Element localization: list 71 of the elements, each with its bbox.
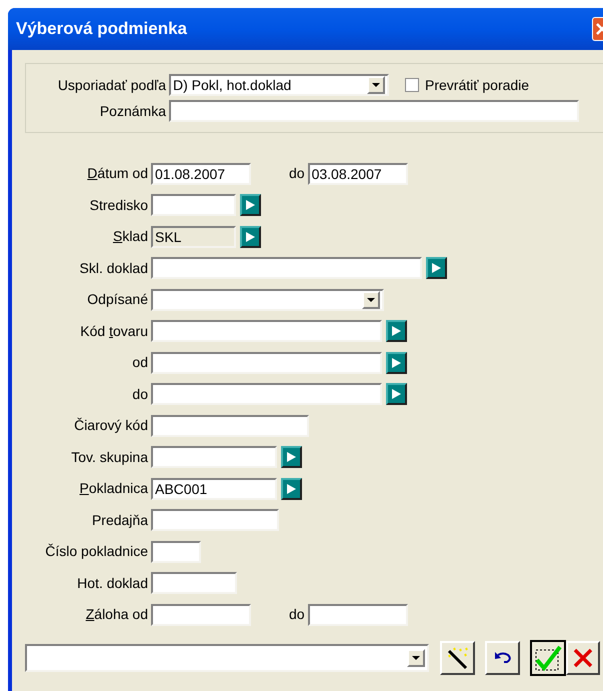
field-label: Stredisko	[90, 196, 148, 215]
close-icon	[594, 22, 603, 36]
lookup-button[interactable]	[240, 194, 261, 216]
field-label: Pokladnica	[80, 479, 148, 498]
text-field[interactable]	[308, 604, 408, 626]
lookup-button[interactable]	[386, 352, 407, 374]
text-field[interactable]	[151, 383, 382, 406]
field-label: Predajňa	[92, 510, 148, 530]
lookup-button[interactable]	[386, 320, 407, 342]
text-field[interactable]: ABC001	[151, 478, 277, 500]
field-label: do	[289, 164, 305, 184]
play-icon	[392, 358, 401, 368]
caret-down-icon	[412, 656, 420, 660]
combo-box[interactable]: D) Pokl, hot.doklad	[169, 74, 389, 96]
text-field[interactable]	[151, 446, 277, 468]
checkbox-label: Prevrátiť poradie	[425, 76, 530, 95]
text-field[interactable]	[151, 414, 309, 437]
dropdown-button[interactable]	[367, 76, 385, 94]
lookup-button[interactable]	[386, 383, 407, 406]
lookup-button[interactable]	[281, 478, 302, 500]
play-icon	[246, 232, 255, 242]
check-icon	[534, 644, 562, 672]
text-field[interactable]	[151, 604, 251, 626]
field-label: Hot. doklad	[77, 574, 148, 593]
text-field[interactable]	[151, 509, 279, 532]
lookup-button[interactable]	[426, 257, 447, 280]
field-label: Dátum od	[87, 164, 148, 184]
field-label: Tov. skupina	[71, 448, 148, 467]
window-title: Výberová podmienka	[15, 18, 188, 40]
dropdown-button[interactable]	[362, 290, 380, 309]
field-label: Sklad	[112, 227, 148, 246]
wand-button[interactable]	[440, 640, 475, 674]
field-label: Číslo pokladnice	[45, 542, 148, 562]
field-label: do	[289, 605, 305, 624]
field-label: Záloha od	[86, 605, 148, 624]
text-field[interactable]	[169, 100, 579, 122]
combo-box[interactable]	[151, 288, 384, 311]
magic-wand-icon	[446, 646, 470, 670]
play-icon	[287, 484, 296, 494]
play-icon	[392, 389, 401, 400]
field-label: Usporiadať podľa	[58, 76, 166, 95]
field-label: Poznámka	[100, 102, 166, 120]
text-field[interactable]	[151, 257, 422, 280]
field-label: do	[132, 384, 148, 404]
undo-icon	[492, 650, 512, 664]
field-label: Kód tovaru	[80, 322, 148, 341]
play-icon	[392, 326, 401, 336]
close-icon	[572, 646, 594, 668]
text-field[interactable]: 01.08.2007	[151, 162, 251, 185]
play-icon	[246, 200, 255, 210]
dropdown-button[interactable]	[407, 648, 425, 666]
caret-down-icon	[367, 298, 375, 302]
text-field[interactable]: 03.08.2007	[308, 162, 408, 185]
combo-box[interactable]	[25, 644, 429, 672]
text-field[interactable]	[151, 194, 236, 216]
text-field[interactable]	[151, 352, 382, 374]
checkbox[interactable]	[405, 78, 419, 92]
text-field[interactable]	[151, 320, 382, 342]
play-icon	[432, 263, 441, 274]
field-label: Čiarový kód	[74, 416, 148, 436]
lookup-button[interactable]	[281, 446, 302, 468]
field-label: od	[132, 353, 148, 372]
text-field[interactable]	[151, 540, 201, 563]
field-label: Odpísané	[87, 290, 148, 310]
field-label: Skl. doklad	[80, 258, 148, 278]
play-icon	[287, 452, 296, 462]
ok-button[interactable]	[530, 640, 566, 676]
text-field[interactable]	[151, 572, 237, 594]
caret-down-icon	[372, 83, 380, 87]
undo-button[interactable]	[485, 640, 520, 674]
cancel-button[interactable]	[566, 640, 600, 674]
